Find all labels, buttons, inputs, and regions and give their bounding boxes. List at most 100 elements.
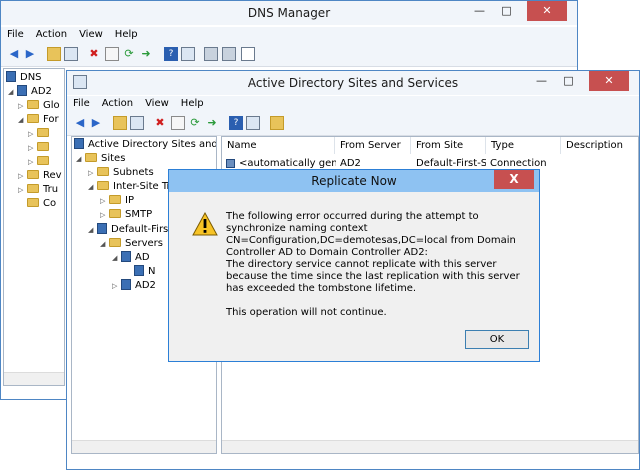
menu-file[interactable]: File <box>67 96 96 109</box>
delete-icon[interactable]: ✖ <box>153 116 167 130</box>
list-icon[interactable] <box>241 47 255 61</box>
tree-node-subnets[interactable]: ▷ Subnets <box>88 166 154 180</box>
column-header-from-site[interactable]: From Site <box>411 137 486 154</box>
back-arrow-icon[interactable]: ◀ <box>7 47 21 61</box>
folder-icon <box>109 195 121 204</box>
ok-button[interactable]: OK <box>465 330 529 349</box>
console-icon[interactable] <box>181 47 195 61</box>
expand-arrow-icon[interactable]: ▷ <box>100 194 109 208</box>
collapse-arrow-icon[interactable]: ◢ <box>8 85 17 99</box>
expand-arrow-icon[interactable]: ▷ <box>28 127 37 141</box>
menu-view[interactable]: View <box>139 96 175 109</box>
maximize-button[interactable]: □ <box>555 71 582 91</box>
sites-icon[interactable] <box>270 116 284 130</box>
server-icon[interactable] <box>204 47 218 61</box>
tree-node-dns[interactable]: DNS <box>6 71 42 85</box>
expand-arrow-icon[interactable]: ▷ <box>18 183 27 197</box>
properties-icon[interactable] <box>171 116 185 130</box>
server-icon[interactable] <box>222 47 236 61</box>
tree-node-global-logs[interactable]: ▷ Glo <box>18 99 60 113</box>
menu-help[interactable]: Help <box>109 27 144 40</box>
maximize-button[interactable]: □ <box>493 1 520 21</box>
tree-node-sites[interactable]: ◢ Sites <box>76 152 125 166</box>
sites-root-icon <box>74 138 84 149</box>
folder-up-icon[interactable] <box>113 116 127 130</box>
dialog-titlebar[interactable]: Replicate Now X <box>169 170 539 192</box>
menu-action[interactable]: Action <box>96 96 139 109</box>
menu-action[interactable]: Action <box>30 27 73 40</box>
collapse-arrow-icon[interactable]: ◢ <box>88 180 97 194</box>
column-header-description[interactable]: Description <box>561 137 638 154</box>
folder-icon <box>27 170 39 179</box>
collapse-arrow-icon[interactable]: ◢ <box>76 152 85 166</box>
tree-node-zone[interactable]: ▷ <box>28 141 53 155</box>
refresh-icon[interactable]: ⟳ <box>122 47 136 61</box>
export-icon[interactable]: ➜ <box>205 116 219 130</box>
tree-node-zone[interactable]: ▷ <box>28 127 53 141</box>
dns-horizontal-scrollbar[interactable] <box>4 372 64 385</box>
export-icon[interactable]: ➜ <box>139 47 153 61</box>
tree-node-server-ad2[interactable]: ▷ AD2 <box>112 279 156 293</box>
expand-arrow-icon[interactable]: ▷ <box>28 155 37 169</box>
minimize-button[interactable]: — <box>528 71 555 91</box>
folder-icon <box>97 181 109 190</box>
menu-view[interactable]: View <box>73 27 109 40</box>
collapse-arrow-icon[interactable]: ◢ <box>112 251 121 265</box>
dialog-title: Replicate Now <box>311 174 397 188</box>
expand-arrow-icon[interactable]: ▷ <box>18 169 27 183</box>
tree-node-ntds-settings[interactable]: N <box>134 265 155 279</box>
tree-node-inter-site-transports[interactable]: ◢ Inter-Site Tra <box>88 180 177 194</box>
folder-icon <box>27 198 39 207</box>
folder-icon <box>85 153 97 162</box>
folder-icon <box>27 114 39 123</box>
tree-horizontal-scrollbar[interactable] <box>72 440 216 453</box>
expand-arrow-icon[interactable]: ▷ <box>100 208 109 222</box>
error-message: The following error occurred during the … <box>226 211 521 331</box>
forward-arrow-icon[interactable]: ▶ <box>89 116 103 130</box>
tree-node-default-first-site[interactable]: ◢ Default-First- <box>88 223 176 237</box>
minimize-button[interactable]: — <box>466 1 493 21</box>
show-tree-icon[interactable] <box>64 47 78 61</box>
adss-titlebar[interactable]: Active Directory Sites and Services — □ … <box>67 71 639 95</box>
collapse-arrow-icon[interactable]: ◢ <box>88 223 97 237</box>
forward-arrow-icon[interactable]: ▶ <box>23 47 37 61</box>
tree-node-reverse-zones[interactable]: ▷ Rev <box>18 169 62 183</box>
tree-node-ad2[interactable]: ◢ AD2 <box>8 85 52 99</box>
folder-up-icon[interactable] <box>47 47 61 61</box>
tree-node-smtp[interactable]: ▷ SMTP <box>100 208 152 222</box>
dialog-close-button[interactable]: X <box>494 170 534 189</box>
list-horizontal-scrollbar[interactable] <box>222 440 638 453</box>
collapse-arrow-icon[interactable]: ◢ <box>18 113 27 127</box>
tree-node-zone[interactable]: ▷ <box>28 155 53 169</box>
menu-file[interactable]: File <box>1 27 30 40</box>
expand-arrow-icon[interactable]: ▷ <box>28 141 37 155</box>
help-icon[interactable]: ? <box>229 116 243 130</box>
expand-arrow-icon[interactable]: ▷ <box>112 279 121 293</box>
properties-icon[interactable] <box>105 47 119 61</box>
server-icon <box>121 251 131 262</box>
help-icon[interactable]: ? <box>164 47 178 61</box>
expand-arrow-icon[interactable]: ▷ <box>88 166 97 180</box>
refresh-icon[interactable]: ⟳ <box>188 116 202 130</box>
column-header-from-server[interactable]: From Server <box>335 137 411 154</box>
delete-icon[interactable]: ✖ <box>87 47 101 61</box>
show-tree-icon[interactable] <box>130 116 144 130</box>
expand-arrow-icon[interactable]: ▷ <box>18 99 27 113</box>
dns-titlebar[interactable]: DNS Manager — □ ✕ <box>1 1 577 25</box>
column-header-type[interactable]: Type <box>486 137 561 154</box>
tree-node-adss-root[interactable]: Active Directory Sites and Servic <box>74 138 216 152</box>
console-icon[interactable] <box>246 116 260 130</box>
menu-help[interactable]: Help <box>175 96 210 109</box>
column-header-name[interactable]: Name <box>222 137 335 154</box>
collapse-arrow-icon[interactable]: ◢ <box>100 237 109 251</box>
close-button[interactable]: ✕ <box>527 1 567 21</box>
close-button[interactable]: ✕ <box>589 71 629 91</box>
tree-node-servers[interactable]: ◢ Servers <box>100 237 163 251</box>
dns-tree-pane[interactable]: DNS ◢ AD2 ▷ Glo ◢ For ▷ ▷ ▷ ▷ Rev ▷ Tru Co <box>3 68 65 386</box>
tree-node-server-ad[interactable]: ◢ AD <box>112 251 150 265</box>
back-arrow-icon[interactable]: ◀ <box>73 116 87 130</box>
tree-node-trust-points[interactable]: ▷ Tru <box>18 183 58 197</box>
tree-node-forward-zones[interactable]: ◢ For <box>18 113 59 127</box>
tree-node-conditional-forwarders[interactable]: Co <box>18 197 56 211</box>
tree-node-ip[interactable]: ▷ IP <box>100 194 134 208</box>
